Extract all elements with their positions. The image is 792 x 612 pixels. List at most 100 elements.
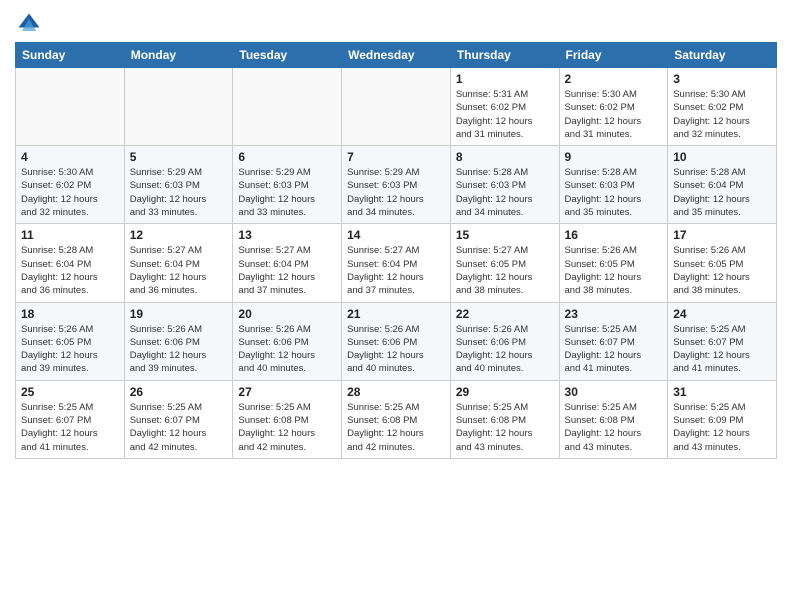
day-number: 22 xyxy=(456,307,554,321)
calendar-cell: 17 Sunrise: 5:26 AM Sunset: 6:05 PM Dayli… xyxy=(668,224,777,302)
day-info: Sunrise: 5:28 AM Sunset: 6:03 PM Dayligh… xyxy=(456,166,554,219)
day-info: Sunrise: 5:25 AM Sunset: 6:09 PM Dayligh… xyxy=(673,401,771,454)
calendar-cell: 20Sunrise: 5:26 AM Sunset: 6:06 PM Dayli… xyxy=(233,302,342,380)
day-info: Sunrise: 5:26 AM Sunset: 6:05 PM Dayligh… xyxy=(673,244,771,297)
calendar-cell: 19 Sunrise: 5:26 AM Sunset: 6:06 PM Dayli… xyxy=(124,302,233,380)
calendar-cell: 26 Sunrise: 5:25 AM Sunset: 6:07 PM Dayli… xyxy=(124,380,233,458)
day-number: 4 xyxy=(21,150,119,164)
day-number: 18 xyxy=(21,307,119,321)
calendar-cell: 25 Sunrise: 5:25 AM Sunset: 6:07 PM Dayli… xyxy=(16,380,125,458)
day-info: Sunrise: 5:30 AM Sunset: 6:02 PM Dayligh… xyxy=(21,166,119,219)
day-info: Sunrise: 5:29 AM Sunset: 6:03 PM Dayligh… xyxy=(347,166,445,219)
day-number: 23 xyxy=(565,307,663,321)
day-info: Sunrise: 5:30 AM Sunset: 6:02 PM Dayligh… xyxy=(673,88,771,141)
day-info: Sunrise: 5:28 AM Sunset: 6:03 PM Dayligh… xyxy=(565,166,663,219)
calendar-cell: 7 Sunrise: 5:29 AM Sunset: 6:03 PM Daylig… xyxy=(342,146,451,224)
day-number: 5 xyxy=(130,150,228,164)
calendar-week-row-3: 11Sunrise: 5:28 AM Sunset: 6:04 PM Dayli… xyxy=(16,224,777,302)
day-info: Sunrise: 5:29 AM Sunset: 6:03 PM Dayligh… xyxy=(238,166,336,219)
day-number: 6 xyxy=(238,150,336,164)
day-number: 7 xyxy=(347,150,445,164)
day-number: 17 xyxy=(673,228,771,242)
calendar-cell: 1 Sunrise: 5:31 AM Sunset: 6:02 PM Daylig… xyxy=(450,68,559,146)
calendar-cell: 23Sunrise: 5:25 AM Sunset: 6:07 PM Dayli… xyxy=(559,302,668,380)
day-number: 30 xyxy=(565,385,663,399)
header xyxy=(15,10,777,38)
day-number: 15 xyxy=(456,228,554,242)
calendar-table: SundayMondayTuesdayWednesdayThursdayFrid… xyxy=(15,42,777,459)
day-number: 3 xyxy=(673,72,771,86)
day-info: Sunrise: 5:27 AM Sunset: 6:04 PM Dayligh… xyxy=(238,244,336,297)
day-info: Sunrise: 5:28 AM Sunset: 6:04 PM Dayligh… xyxy=(21,244,119,297)
calendar-cell: 31 Sunrise: 5:25 AM Sunset: 6:09 PM Dayli… xyxy=(668,380,777,458)
page-container: SundayMondayTuesdayWednesdayThursdayFrid… xyxy=(0,0,792,469)
weekday-header-sunday: Sunday xyxy=(16,43,125,68)
logo xyxy=(15,10,47,38)
weekday-header-saturday: Saturday xyxy=(668,43,777,68)
day-info: Sunrise: 5:27 AM Sunset: 6:04 PM Dayligh… xyxy=(347,244,445,297)
calendar-cell: 10 Sunrise: 5:28 AM Sunset: 6:04 PM Dayli… xyxy=(668,146,777,224)
calendar-cell: 14 Sunrise: 5:27 AM Sunset: 6:04 PM Dayli… xyxy=(342,224,451,302)
day-info: Sunrise: 5:28 AM Sunset: 6:04 PM Dayligh… xyxy=(673,166,771,219)
calendar-week-row-2: 4 Sunrise: 5:30 AM Sunset: 6:02 PM Daylig… xyxy=(16,146,777,224)
day-info: Sunrise: 5:25 AM Sunset: 6:08 PM Dayligh… xyxy=(238,401,336,454)
day-number: 8 xyxy=(456,150,554,164)
day-info: Sunrise: 5:27 AM Sunset: 6:04 PM Dayligh… xyxy=(130,244,228,297)
calendar-cell: 18 Sunrise: 5:26 AM Sunset: 6:05 PM Dayli… xyxy=(16,302,125,380)
calendar-week-row-4: 18 Sunrise: 5:26 AM Sunset: 6:05 PM Dayli… xyxy=(16,302,777,380)
day-info: Sunrise: 5:26 AM Sunset: 6:06 PM Dayligh… xyxy=(130,323,228,376)
calendar-cell: 13 Sunrise: 5:27 AM Sunset: 6:04 PM Dayli… xyxy=(233,224,342,302)
calendar-cell: 12Sunrise: 5:27 AM Sunset: 6:04 PM Dayli… xyxy=(124,224,233,302)
weekday-header-tuesday: Tuesday xyxy=(233,43,342,68)
calendar-cell: 4 Sunrise: 5:30 AM Sunset: 6:02 PM Daylig… xyxy=(16,146,125,224)
day-number: 14 xyxy=(347,228,445,242)
day-number: 25 xyxy=(21,385,119,399)
calendar-cell: 2 Sunrise: 5:30 AM Sunset: 6:02 PM Daylig… xyxy=(559,68,668,146)
calendar-cell: 29 Sunrise: 5:25 AM Sunset: 6:08 PM Dayli… xyxy=(450,380,559,458)
calendar-cell: 21 Sunrise: 5:26 AM Sunset: 6:06 PM Dayli… xyxy=(342,302,451,380)
day-info: Sunrise: 5:25 AM Sunset: 6:08 PM Dayligh… xyxy=(456,401,554,454)
day-info: Sunrise: 5:26 AM Sunset: 6:05 PM Dayligh… xyxy=(21,323,119,376)
day-number: 1 xyxy=(456,72,554,86)
day-info: Sunrise: 5:25 AM Sunset: 6:07 PM Dayligh… xyxy=(130,401,228,454)
weekday-header-row: SundayMondayTuesdayWednesdayThursdayFrid… xyxy=(16,43,777,68)
calendar-cell: 16 Sunrise: 5:26 AM Sunset: 6:05 PM Dayli… xyxy=(559,224,668,302)
day-info: Sunrise: 5:31 AM Sunset: 6:02 PM Dayligh… xyxy=(456,88,554,141)
weekday-header-monday: Monday xyxy=(124,43,233,68)
day-info: Sunrise: 5:25 AM Sunset: 6:08 PM Dayligh… xyxy=(347,401,445,454)
calendar-cell: 6 Sunrise: 5:29 AM Sunset: 6:03 PM Daylig… xyxy=(233,146,342,224)
day-number: 26 xyxy=(130,385,228,399)
day-info: Sunrise: 5:30 AM Sunset: 6:02 PM Dayligh… xyxy=(565,88,663,141)
calendar-cell: 24 Sunrise: 5:25 AM Sunset: 6:07 PM Dayli… xyxy=(668,302,777,380)
day-number: 19 xyxy=(130,307,228,321)
weekday-header-thursday: Thursday xyxy=(450,43,559,68)
day-info: Sunrise: 5:25 AM Sunset: 6:07 PM Dayligh… xyxy=(673,323,771,376)
logo-icon xyxy=(15,10,43,38)
calendar-cell: 5 Sunrise: 5:29 AM Sunset: 6:03 PM Daylig… xyxy=(124,146,233,224)
calendar-cell: 3 Sunrise: 5:30 AM Sunset: 6:02 PM Daylig… xyxy=(668,68,777,146)
day-number: 31 xyxy=(673,385,771,399)
calendar-cell xyxy=(16,68,125,146)
day-number: 29 xyxy=(456,385,554,399)
day-info: Sunrise: 5:26 AM Sunset: 6:06 PM Dayligh… xyxy=(456,323,554,376)
day-info: Sunrise: 5:26 AM Sunset: 6:06 PM Dayligh… xyxy=(347,323,445,376)
calendar-cell: 27Sunrise: 5:25 AM Sunset: 6:08 PM Dayli… xyxy=(233,380,342,458)
weekday-header-friday: Friday xyxy=(559,43,668,68)
day-number: 13 xyxy=(238,228,336,242)
day-info: Sunrise: 5:25 AM Sunset: 6:07 PM Dayligh… xyxy=(21,401,119,454)
day-number: 24 xyxy=(673,307,771,321)
day-info: Sunrise: 5:29 AM Sunset: 6:03 PM Dayligh… xyxy=(130,166,228,219)
day-number: 2 xyxy=(565,72,663,86)
calendar-cell: 30Sunrise: 5:25 AM Sunset: 6:08 PM Dayli… xyxy=(559,380,668,458)
calendar-cell xyxy=(233,68,342,146)
day-number: 9 xyxy=(565,150,663,164)
day-number: 10 xyxy=(673,150,771,164)
calendar-cell: 28Sunrise: 5:25 AM Sunset: 6:08 PM Dayli… xyxy=(342,380,451,458)
calendar-cell: 22 Sunrise: 5:26 AM Sunset: 6:06 PM Dayli… xyxy=(450,302,559,380)
calendar-week-row-1: 1 Sunrise: 5:31 AM Sunset: 6:02 PM Daylig… xyxy=(16,68,777,146)
calendar-cell xyxy=(124,68,233,146)
day-info: Sunrise: 5:27 AM Sunset: 6:05 PM Dayligh… xyxy=(456,244,554,297)
day-info: Sunrise: 5:26 AM Sunset: 6:05 PM Dayligh… xyxy=(565,244,663,297)
day-number: 21 xyxy=(347,307,445,321)
day-number: 16 xyxy=(565,228,663,242)
